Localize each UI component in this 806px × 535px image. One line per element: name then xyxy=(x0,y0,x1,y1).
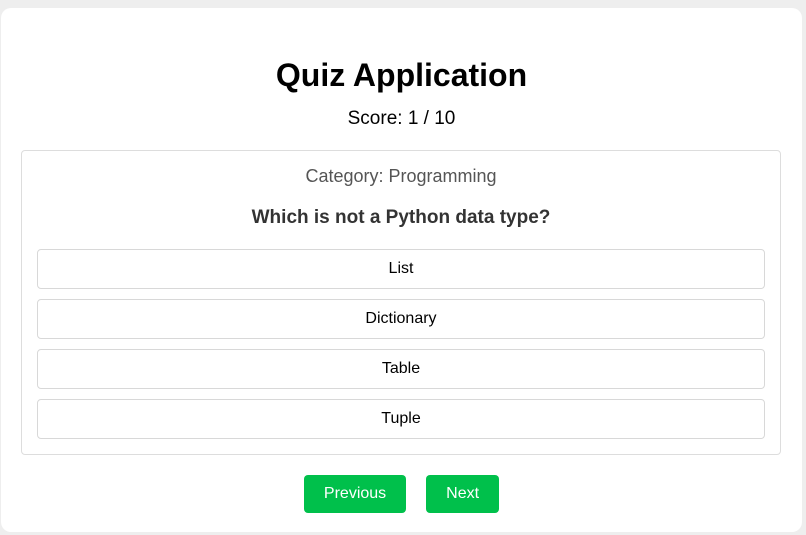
quiz-app-container: Quiz Application Score: 1 / 10 Category:… xyxy=(1,8,802,532)
answer-option[interactable]: Dictionary xyxy=(37,299,765,339)
answer-option[interactable]: Tuple xyxy=(37,399,765,439)
answer-option[interactable]: List xyxy=(37,249,765,289)
answer-option[interactable]: Table xyxy=(37,349,765,389)
question-text: Which is not a Python data type? xyxy=(251,207,551,228)
navigation-bar: Previous Next xyxy=(1,475,802,513)
page-title: Quiz Application xyxy=(275,57,528,93)
previous-button[interactable]: Previous xyxy=(303,475,407,513)
score-display: Score: 1 / 10 xyxy=(347,108,456,129)
answer-options: List Dictionary Table Tuple xyxy=(37,249,765,449)
question-card: Category: Programming Which is not a Pyt… xyxy=(21,150,781,455)
question-category: Category: Programming xyxy=(305,166,497,186)
next-button[interactable]: Next xyxy=(426,475,500,513)
